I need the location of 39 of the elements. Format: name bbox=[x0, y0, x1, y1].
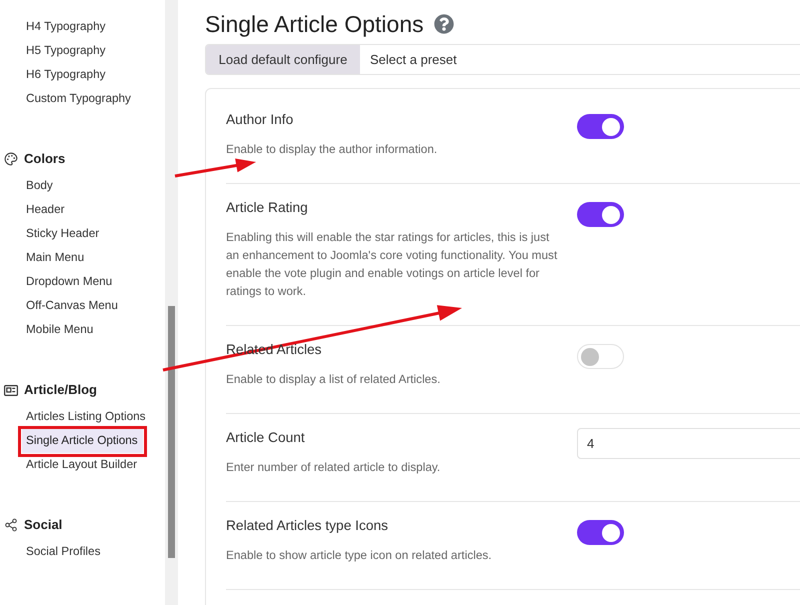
sidebar-item[interactable]: Article Layout Builder bbox=[22, 453, 143, 477]
sidebar-item[interactable]: Body bbox=[22, 174, 143, 198]
toggle-switch[interactable] bbox=[577, 344, 624, 369]
sidebar-item[interactable]: Header bbox=[22, 198, 143, 222]
sidebar-item[interactable]: Custom Typography bbox=[22, 87, 143, 111]
sidebar-item[interactable]: Sticky Header bbox=[22, 222, 143, 246]
sidebar-item[interactable]: Mobile Menu bbox=[22, 318, 143, 342]
setting-description: Enabling this will enable the star ratings for articles, this is just an enhancement to Joomla's core voting functionality. You must enable the vote plugin and enable votings on article level for ratings to work. bbox=[226, 229, 558, 300]
sidebar-item[interactable]: Main Menu bbox=[22, 246, 143, 270]
setting-description: Enable to show article type icon on related articles. bbox=[226, 547, 493, 564]
help-icon[interactable] bbox=[434, 14, 454, 34]
setting-description: Enter number of related article to display. bbox=[226, 459, 442, 476]
sidebar-item[interactable]: Single Article Options bbox=[22, 429, 143, 453]
scrollbar[interactable] bbox=[165, 0, 178, 605]
scrollbar-thumb[interactable] bbox=[168, 306, 175, 558]
sidebar-item[interactable]: H5 Typography bbox=[22, 39, 143, 63]
sidebar-heading: Colors bbox=[24, 150, 66, 168]
setting-label: Article Rating bbox=[226, 199, 308, 217]
toggle-switch[interactable] bbox=[577, 114, 624, 139]
setting-label: Author Info bbox=[226, 111, 294, 129]
number-field[interactable]: 4 bbox=[577, 428, 800, 459]
toggle-switch[interactable] bbox=[577, 202, 624, 227]
setting-label: Related Articles type Icons bbox=[226, 517, 388, 535]
share-icon bbox=[4, 518, 18, 532]
article-icon bbox=[4, 384, 18, 396]
sidebar-heading: Social bbox=[24, 516, 62, 534]
sidebar-item[interactable]: Articles Listing Options bbox=[22, 405, 150, 429]
palette-icon bbox=[4, 152, 18, 166]
sidebar-heading: Article/Blog bbox=[24, 381, 97, 400]
sidebar-item[interactable]: Dropdown Menu bbox=[22, 270, 143, 294]
setting-description: Enable to display a list of related Articles. bbox=[226, 371, 442, 388]
toggle-switch[interactable] bbox=[577, 520, 624, 545]
sidebar-item[interactable]: Off-Canvas Menu bbox=[22, 294, 143, 318]
sidebar-item[interactable]: H6 Typography bbox=[22, 63, 143, 87]
page-title: Single Article Options bbox=[205, 10, 424, 39]
sidebar-item[interactable]: H4 Typography bbox=[22, 15, 143, 39]
setting-label: Article Count bbox=[226, 429, 305, 447]
setting-description: Enable to display the author information. bbox=[226, 141, 438, 158]
sidebar-item[interactable]: Social Profiles bbox=[22, 540, 143, 564]
